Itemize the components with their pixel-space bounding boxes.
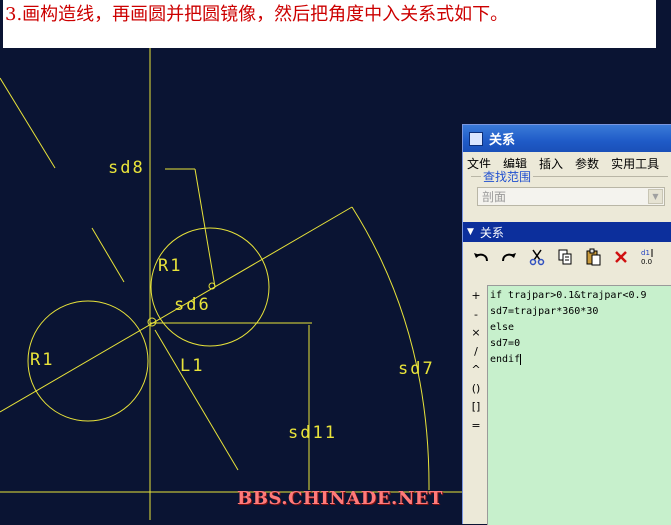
search-scope-select[interactable]: 剖面 ▼ [477, 187, 665, 206]
relations-section-label: 关系 [479, 225, 504, 240]
collapse-triangle-icon[interactable]: ▼ [467, 227, 474, 237]
watermark: BBS.CHINADE.NET [237, 488, 443, 509]
search-scope-label: 查找范围 [481, 168, 534, 185]
construction-tick [91, 227, 125, 283]
dim-sd8[interactable]: sd8 [108, 158, 145, 178]
menu-utilities[interactable]: 实用工具 [611, 155, 659, 172]
operator-multiply[interactable]: × [467, 324, 485, 343]
dim-r1-left: R1 [30, 350, 55, 370]
relations-dialog: 关系 文件 编辑 插入 参数 实用工具 查找范围 剖面 ▼ ▼ 关系 d1 0.… [462, 124, 671, 525]
dim-l1: L1 [180, 356, 205, 376]
text-caret [520, 353, 522, 365]
relation-line: sd7=0 [490, 338, 521, 349]
mirror-line [0, 77, 56, 169]
relations-editor-area: + - × / ^ () [] = if trajpar>0.1&trajpar… [463, 285, 671, 525]
dim-sd7[interactable]: sd7 [398, 359, 435, 379]
relation-line: sd7=trajpar*360*30 [490, 306, 599, 317]
chevron-down-icon[interactable]: ▼ [648, 189, 663, 204]
undo-icon[interactable] [469, 245, 493, 269]
operator-divide[interactable]: / [467, 343, 485, 362]
relations-textarea[interactable]: if trajpar>0.1&trajpar<0.9 sd7=trajpar*3… [487, 285, 671, 525]
operator-parentheses[interactable]: () [467, 380, 485, 399]
relations-section-header[interactable]: ▼ 关系 [463, 222, 671, 242]
search-scope-value: 剖面 [482, 190, 507, 204]
operator-equals[interactable]: = [467, 417, 485, 436]
relation-line: if trajpar>0.1&trajpar<0.9 [490, 290, 647, 301]
mirror-line-lower [154, 329, 239, 471]
circle-upper [150, 227, 270, 347]
dim-r1-top: R1 [158, 256, 183, 276]
operator-palette: + - × / ^ () [] = [467, 287, 485, 435]
relations-toolbar: d1 0.0 [463, 242, 671, 272]
paste-icon[interactable] [581, 245, 605, 269]
operator-power[interactable]: ^ [467, 361, 485, 380]
dim-sd11[interactable]: sd11 [288, 423, 337, 443]
copy-icon[interactable] [553, 245, 577, 269]
dim-sd6[interactable]: sd6 [174, 295, 211, 315]
svg-text:d1: d1 [641, 249, 650, 257]
delete-icon[interactable] [609, 245, 633, 269]
cut-icon[interactable] [525, 245, 549, 269]
window-icon [469, 131, 483, 146]
switch-dimension-icon[interactable]: d1 0.0 [637, 245, 661, 269]
redo-icon[interactable] [497, 245, 521, 269]
operator-brackets[interactable]: [] [467, 398, 485, 417]
menu-insert[interactable]: 插入 [539, 155, 563, 172]
sd7-arc [351, 206, 430, 491]
operator-plus[interactable]: + [467, 287, 485, 306]
svg-text:0.0: 0.0 [641, 258, 652, 266]
relation-line: else [490, 322, 515, 333]
operator-minus[interactable]: - [467, 306, 485, 325]
dialog-titlebar[interactable]: 关系 [463, 125, 671, 152]
relation-line-last: endif [490, 352, 671, 368]
dialog-title: 关系 [489, 133, 516, 148]
tutorial-caption: 3.画构造线，再画圆并把圆镜像，然后把角度中入关系式如下。 [3, 0, 656, 48]
relation-line: endif [490, 354, 521, 365]
search-scope-group: 查找范围 剖面 ▼ [471, 168, 668, 217]
menu-parameters[interactable]: 参数 [575, 155, 599, 172]
